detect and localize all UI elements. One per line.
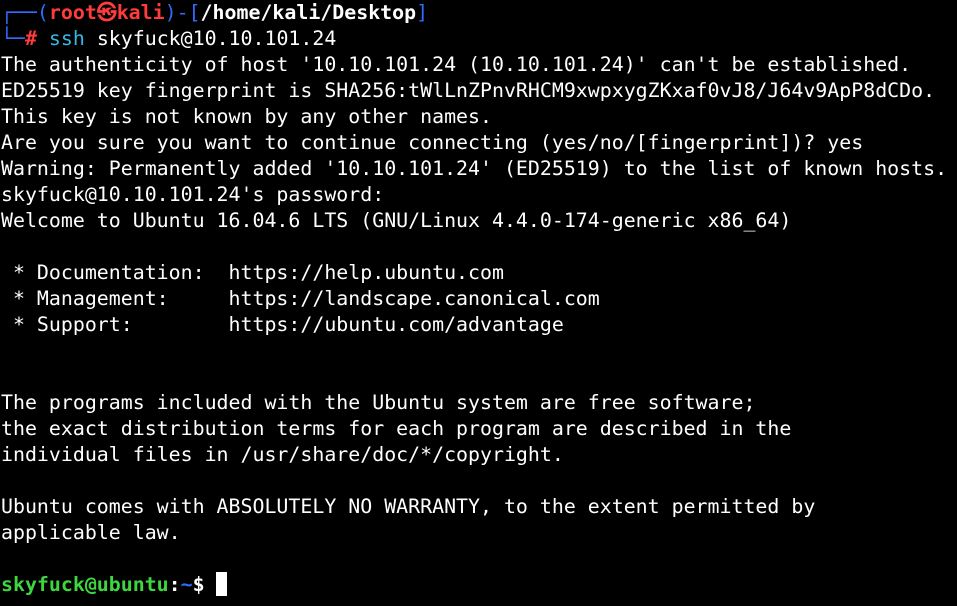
output-line: The programs included with the Ubuntu sy… xyxy=(1,391,756,414)
remote-user-host: skyfuck@ubuntu xyxy=(1,573,169,596)
prompt-at-symbol: ㉿ xyxy=(96,1,117,24)
output-line: The authenticity of host '10.10.101.24 (… xyxy=(1,53,912,76)
command-args: skyfuck@10.10.101.24 xyxy=(84,27,337,50)
prompt-symbol: # xyxy=(24,27,37,50)
prompt-user: root xyxy=(48,1,97,24)
prompt-header-line: ┌──(root㉿kali)-[/home/kali/Desktop] xyxy=(1,0,428,26)
prompt-host: kali xyxy=(116,1,165,24)
output-line: individual files in /usr/share/doc/*/cop… xyxy=(1,443,564,466)
terminal-window[interactable]: ┌──(root㉿kali)-[/home/kali/Desktop] └─# … xyxy=(0,0,957,606)
output-line: * Documentation: https://help.ubuntu.com xyxy=(1,261,504,284)
command-line: └─# ssh skyfuck@10.10.101.24 xyxy=(1,26,336,52)
output-line: Are you sure you want to continue connec… xyxy=(1,131,864,154)
prompt-bracket-open: ┌──( xyxy=(1,1,49,24)
prompt-separator: )-[ xyxy=(164,1,201,24)
output-line: Welcome to Ubuntu 16.04.6 LTS (GNU/Linux… xyxy=(1,209,792,232)
output-line: * Management: https://landscape.canonica… xyxy=(1,287,600,310)
command-name: ssh xyxy=(48,27,85,50)
terminal-cursor[interactable] xyxy=(215,572,227,596)
output-line: ED25519 key fingerprint is SHA256:tWlLnZ… xyxy=(1,79,936,102)
remote-cwd: ~ xyxy=(180,573,193,596)
remote-prompt-line[interactable]: skyfuck@ubuntu:~$ xyxy=(1,572,227,598)
output-line: Ubuntu comes with ABSOLUTELY NO WARRANTY… xyxy=(1,495,816,518)
output-line: skyfuck@10.10.101.24's password: xyxy=(1,183,385,206)
output-line: This key is not known by any other names… xyxy=(1,105,492,128)
remote-colon: : xyxy=(168,573,181,596)
output-line: * Support: https://ubuntu.com/advantage xyxy=(1,313,564,336)
output-line: Warning: Permanently added '10.10.101.24… xyxy=(1,157,948,180)
output-line: applicable law. xyxy=(1,521,181,544)
prompt-corner: └─ xyxy=(1,27,25,50)
output-line: the exact distribution terms for each pr… xyxy=(1,417,792,440)
prompt-bracket-close: ] xyxy=(416,1,429,24)
remote-prompt-symbol: $ xyxy=(192,573,205,596)
prompt-cwd: /home/kali/Desktop xyxy=(200,1,417,24)
